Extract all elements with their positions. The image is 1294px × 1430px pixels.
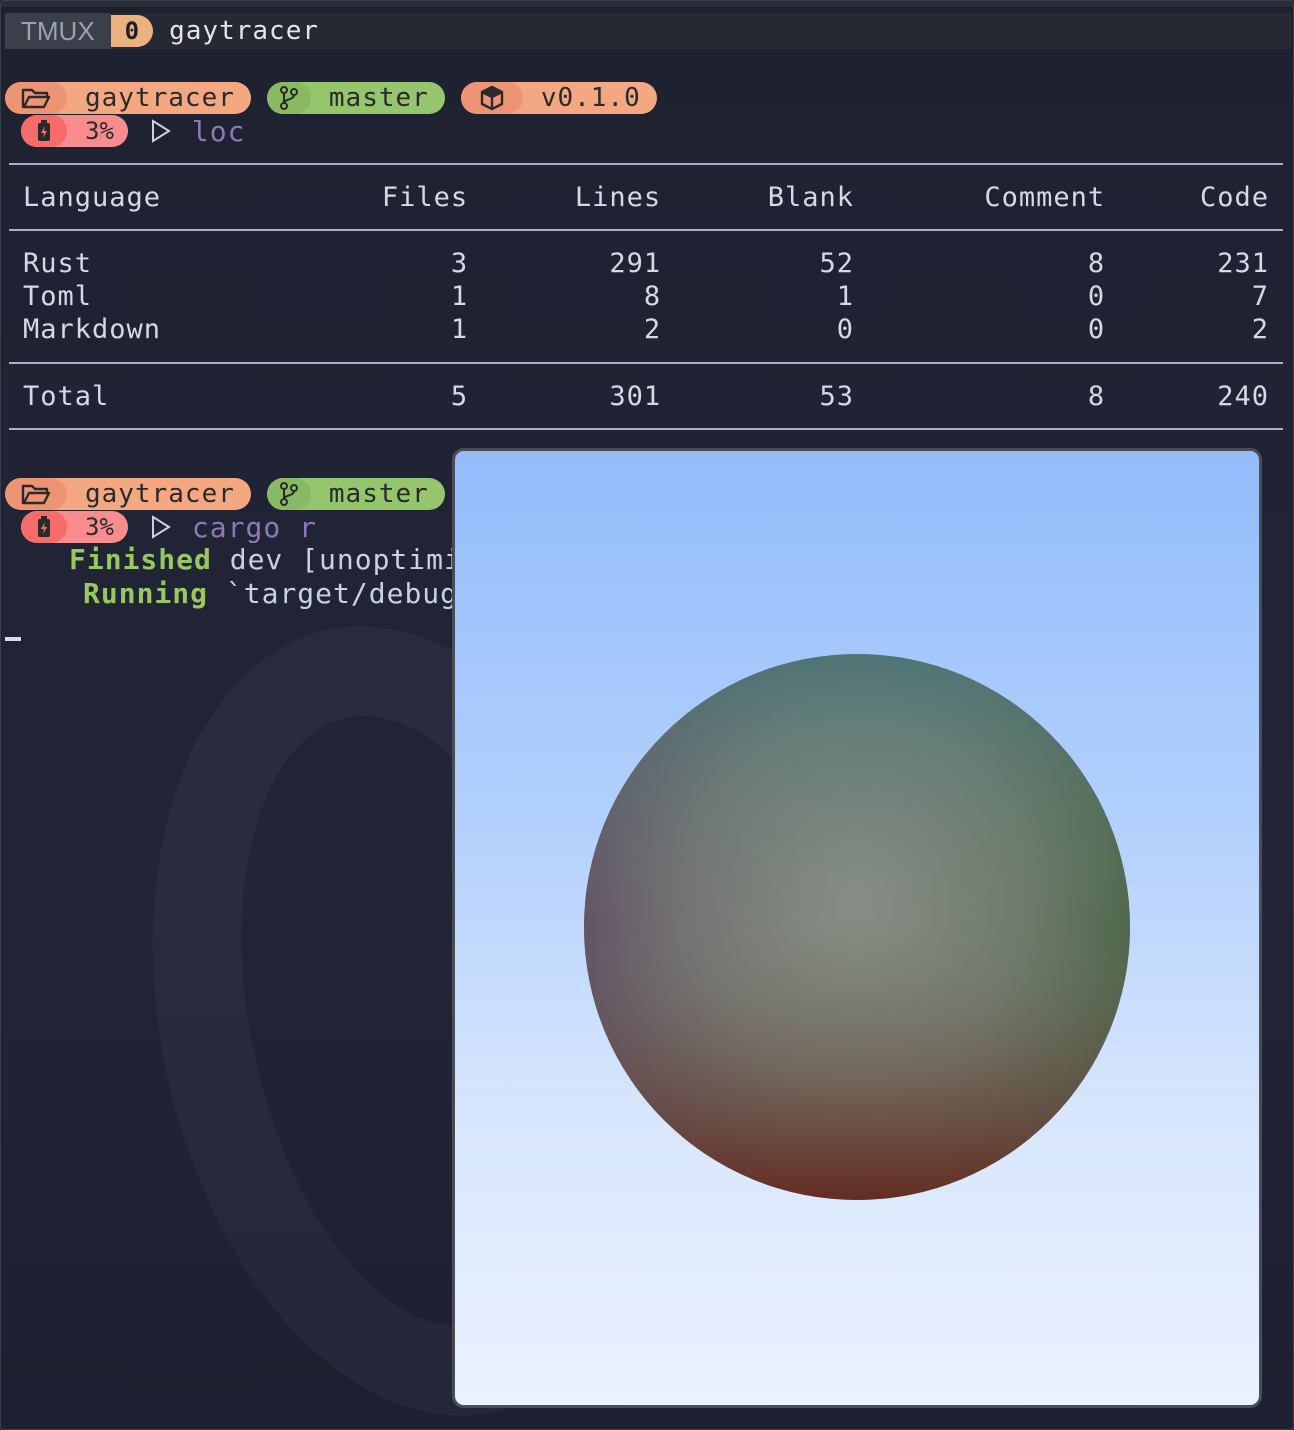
package-icon [460,82,523,114]
command-text: cargo r [191,510,317,544]
folder-open-icon [5,82,67,114]
git-branch-icon [266,478,311,510]
cell: Total [9,363,290,430]
cell: 8 [1087,248,1106,279]
terminal-cursor [5,637,21,641]
git-pill: master [266,478,445,510]
cell: 1 [450,281,469,312]
finished-label: Finished [69,543,212,576]
cell: 2 [482,313,676,364]
cell: Markdown [9,313,290,364]
header-language: Language [9,163,290,231]
git-branch-icon [266,82,311,114]
battery-level: 3% [85,117,114,145]
play-arrow-icon [151,515,171,539]
header-blank: Blank [675,163,868,231]
folder-open-icon [5,478,67,510]
cell: 3 [450,248,469,279]
table-row: Toml 1 8 1 0 7 [9,280,1283,313]
cell: 5 [289,363,483,430]
rendered-sphere [584,654,1130,1200]
cell: 8 [868,363,1120,430]
prompt-line-1-b: 3% loc [21,114,246,148]
git-pill: master [266,82,445,114]
play-arrow-icon [151,119,171,143]
tmux-status-bar: TMUX 0 gaytracer [5,13,1291,49]
running-label: Running [83,577,209,610]
battery-charging-icon [21,115,67,147]
header-code: Code [1119,163,1283,231]
prompt-line-2-b: 3% cargo r [21,510,317,544]
header-files: Files [289,163,483,231]
version-text: v0.1.0 [540,83,641,113]
cell: 231 [1217,248,1269,279]
cargo-running-line: Running `target/debug/w [83,577,494,610]
cell: 53 [675,363,868,430]
loc-table: Language Files Lines Blank Comment Code … [9,163,1283,430]
git-branch-name: master [328,83,429,113]
render-window[interactable] [452,448,1262,1408]
dir-pill: gaytracer [5,82,251,114]
cell: Rust [23,248,93,279]
prompt-line-2: gaytracer master [5,477,461,511]
git-branch-name: master [328,479,429,509]
battery-pill: 3% [21,115,128,147]
cell: 1 [836,281,854,312]
cell: 7 [1251,281,1269,312]
window-top-strip [1,1,1293,7]
dir-name: gaytracer [85,83,235,113]
cell: 2 [1119,313,1283,364]
cargo-finished-line: Finished dev [unoptimize [69,543,498,576]
table-total-row: Total 5 301 53 8 240 [9,363,1283,430]
header-comment: Comment [868,163,1120,231]
dir-name: gaytracer [85,479,235,509]
tmux-window-index[interactable]: 0 [110,15,154,47]
dir-pill: gaytracer [5,478,251,510]
cell: 301 [482,363,676,430]
header-lines: Lines [482,163,676,231]
cell: 0 [868,313,1120,364]
running-text: `target/debug/w [208,577,494,610]
cell: 240 [1119,363,1283,430]
cell: 291 [609,248,662,279]
terminal-window: TMUX 0 gaytracer gaytracer master v0.1.0 [0,0,1294,1430]
table-row: Markdown 1 2 0 0 2 [9,313,1283,364]
battery-charging-icon [21,511,67,543]
cell: 8 [643,281,662,312]
tmux-session-name: gaytracer [169,16,320,46]
version-pill: v0.1.0 [460,82,657,114]
battery-level: 3% [85,513,114,541]
cell: 0 [675,313,868,364]
battery-pill: 3% [21,511,128,543]
cell: 0 [1087,281,1106,312]
table-row: Rust 3 291 52 8 231 [9,230,1283,280]
loc-header-row: Language Files Lines Blank Comment Code [9,163,1283,231]
tmux-label: TMUX [5,13,111,49]
cell: Toml [23,281,93,312]
cell: 1 [289,313,483,364]
command-text: loc [191,114,246,148]
cell: 52 [819,248,854,279]
prompt-line-1: gaytracer master v0.1.0 [5,81,673,115]
